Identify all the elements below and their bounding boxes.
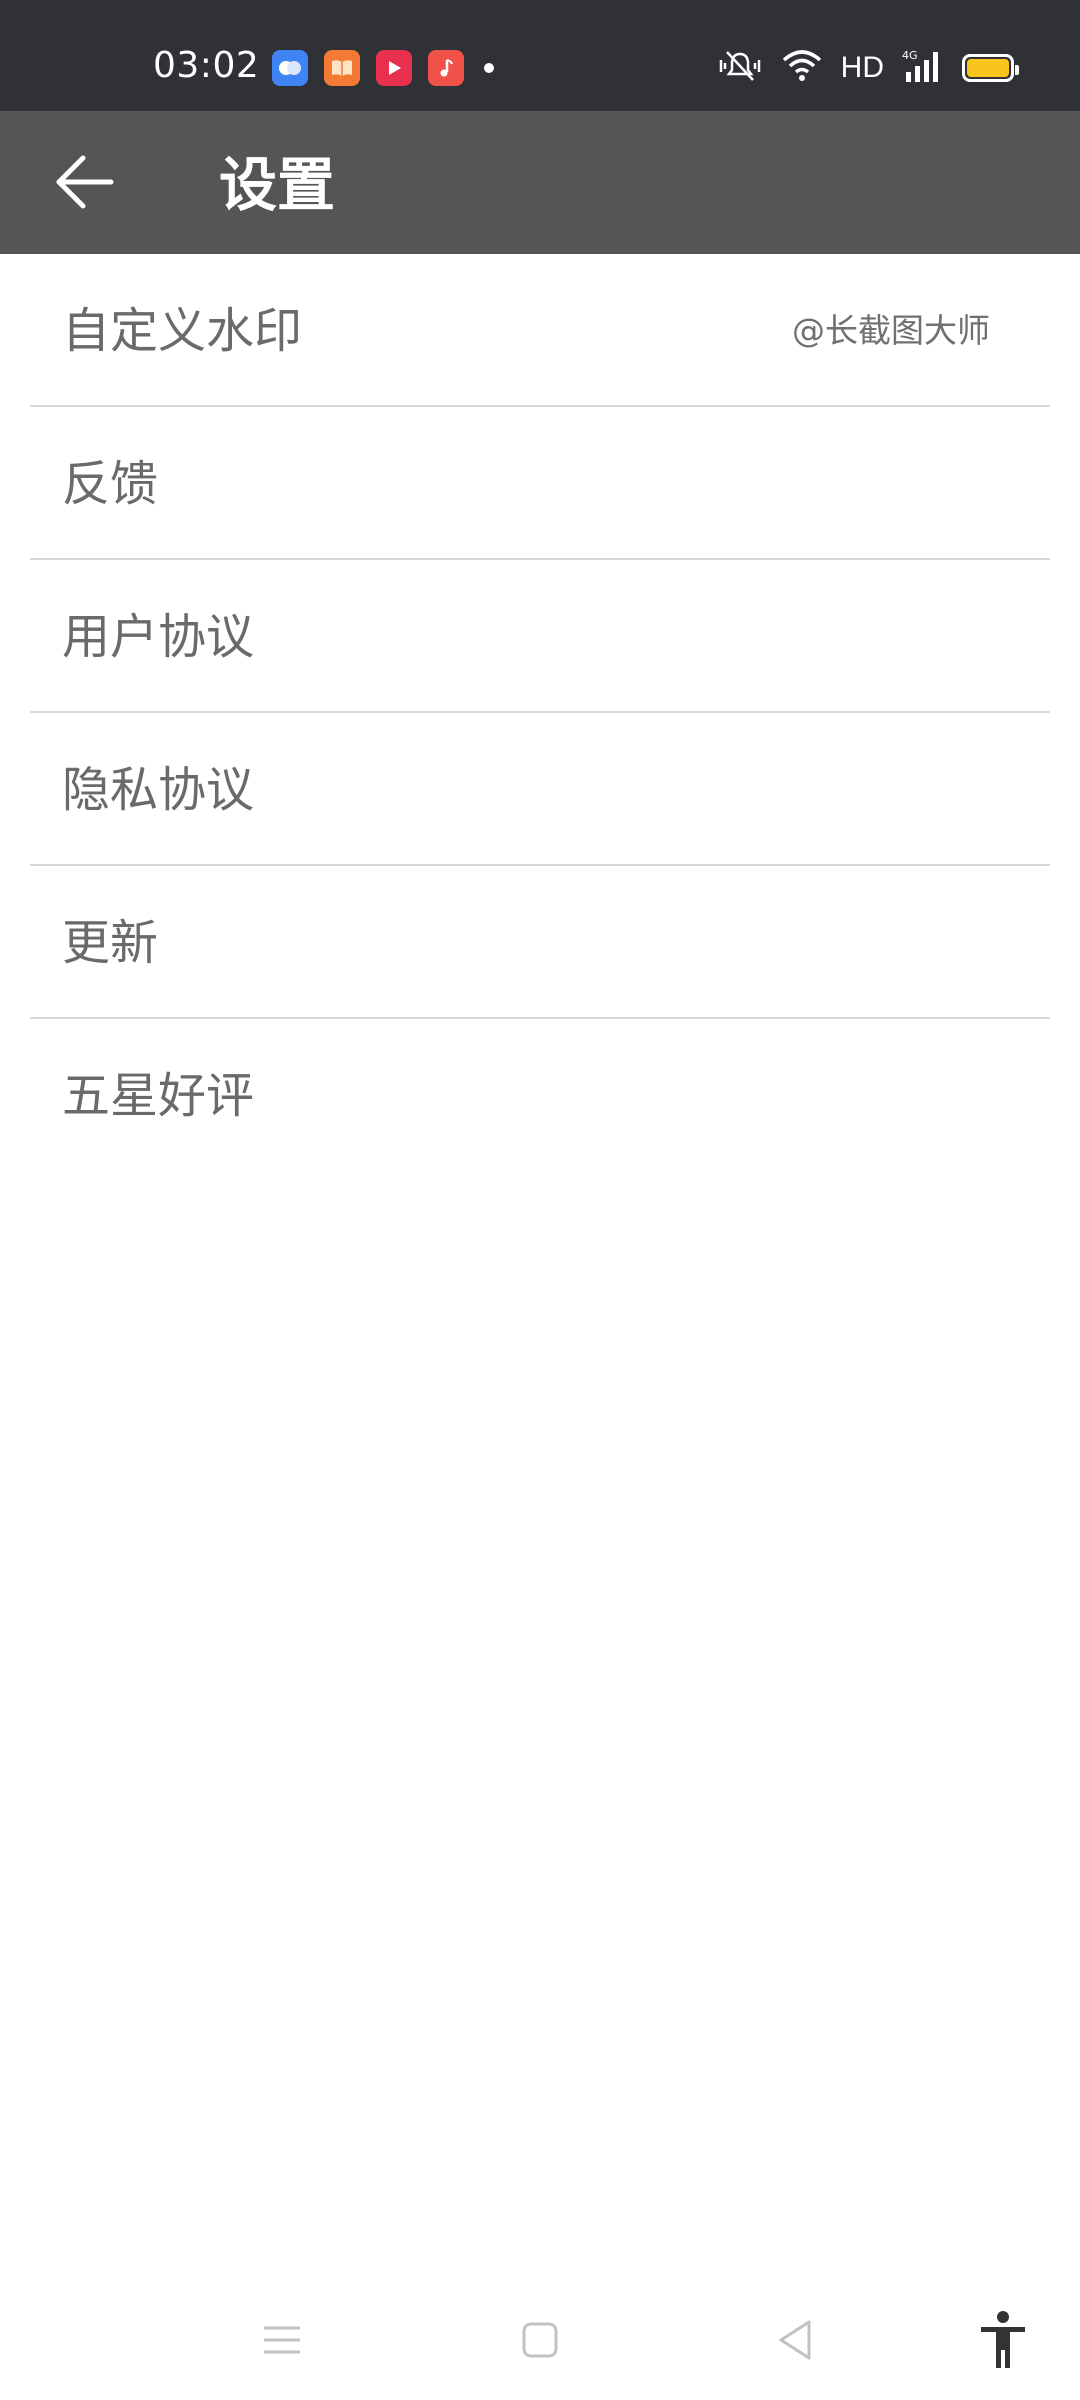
settings-item-label: 自定义水印 (62, 302, 303, 359)
notification-icons (272, 50, 494, 86)
hd-label: HD (840, 51, 884, 84)
settings-item-label: 用户协议 (62, 608, 255, 665)
watermark-value: @长截图大师 (792, 310, 990, 350)
back-nav-button[interactable] (760, 2305, 830, 2375)
battery-icon (962, 54, 1019, 82)
book-app-icon (324, 50, 360, 86)
settings-item-label: 隐私协议 (62, 761, 255, 818)
menu-button[interactable] (247, 2305, 317, 2375)
music-app-icon (428, 50, 464, 86)
video-app-icon (376, 50, 412, 86)
wifi-icon (781, 48, 823, 88)
arrow-left-icon (56, 155, 114, 209)
back-button[interactable] (40, 147, 130, 217)
toolbar: 设置 (0, 111, 1080, 254)
status-bar: 03:02 HD 4G (0, 0, 1080, 111)
signal-4g-icon: 4G (902, 48, 944, 88)
settings-item-label: 五星好评 (62, 1067, 255, 1124)
settings-item-privacy-agreement[interactable]: 隐私协议 (0, 713, 1080, 866)
settings-item-five-star-rating[interactable]: 五星好评 (0, 1019, 1080, 1172)
settings-item-user-agreement[interactable]: 用户协议 (0, 560, 1080, 713)
more-notifications-dot-icon (484, 63, 494, 73)
settings-item-feedback[interactable]: 反馈 (0, 407, 1080, 560)
page-title: 设置 (219, 151, 336, 219)
chat-app-icon (272, 50, 308, 86)
accessibility-button[interactable] (968, 2305, 1038, 2375)
battery-level (967, 59, 1009, 77)
settings-item-custom-watermark[interactable]: 自定义水印 @长截图大师 (0, 254, 1080, 407)
settings-item-update[interactable]: 更新 (0, 866, 1080, 1019)
back-triangle-icon (779, 2320, 811, 2360)
status-time: 03:02 (153, 45, 260, 86)
svg-text:4G: 4G (902, 49, 918, 62)
settings-item-label: 反馈 (62, 455, 159, 512)
settings-list: 自定义水印 @长截图大师 反馈 用户协议 隐私协议 更新 五星好评 (0, 254, 1080, 1172)
home-square-icon (522, 2322, 558, 2358)
home-button[interactable] (505, 2305, 575, 2375)
vibrate-mute-icon (717, 48, 763, 88)
system-indicators: HD 4G (717, 48, 1019, 88)
menu-icon (264, 2326, 300, 2354)
navigation-bar (0, 2280, 1080, 2400)
accessibility-icon (981, 2311, 1025, 2368)
settings-item-label: 更新 (62, 914, 159, 971)
